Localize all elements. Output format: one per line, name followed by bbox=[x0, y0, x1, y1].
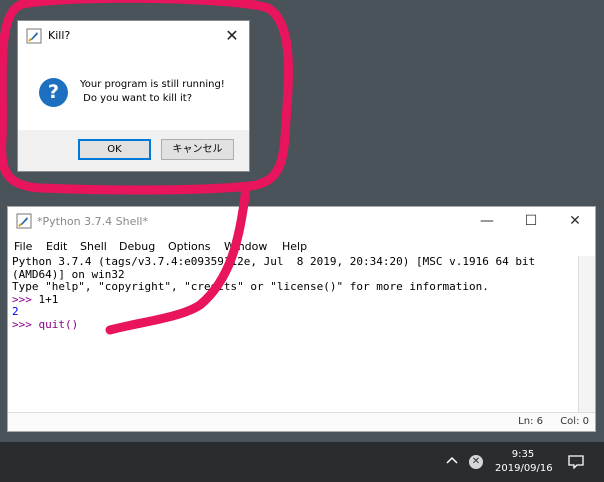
menubar: File Edit Shell Debug Options Window Hel… bbox=[8, 238, 595, 256]
menu-edit[interactable]: Edit bbox=[46, 240, 67, 253]
clock-time: 9:35 bbox=[511, 449, 535, 460]
console-input-line: >>> 1+1 bbox=[12, 292, 575, 307]
cancel-button[interactable]: キャンセル bbox=[161, 139, 234, 160]
statusbar: Ln: 6 Col: 0 bbox=[8, 412, 595, 431]
taskbar: ✕ 9:35 2019/09/16 bbox=[0, 442, 604, 482]
python-shell-window: *Python 3.7.4 Shell* — ☐ ✕ File Edit She… bbox=[7, 206, 596, 432]
dialog-message-line1: Your program is still running! bbox=[80, 79, 225, 90]
shell-console[interactable]: Python 3.7.4 (tags/v3.7.4:e09359112e, Ju… bbox=[8, 255, 579, 413]
status-column: Col: 0 bbox=[560, 416, 589, 427]
console-output: 2 bbox=[12, 305, 19, 319]
menu-debug[interactable]: Debug bbox=[119, 240, 155, 253]
minimize-icon[interactable]: — bbox=[473, 210, 501, 232]
console-line: Python 3.7.4 (tags/v3.7.4:e09359112e, Ju… bbox=[12, 255, 536, 268]
menu-options[interactable]: Options bbox=[168, 240, 210, 253]
console-input: 1+1 bbox=[38, 292, 59, 306]
kill-dialog: Kill? ✕ ? Your program is still running!… bbox=[17, 20, 250, 172]
maximize-icon[interactable]: ☐ bbox=[517, 210, 545, 232]
question-icon: ? bbox=[39, 78, 68, 107]
menu-file[interactable]: File bbox=[14, 240, 32, 253]
console-input-line: >>> quit() bbox=[12, 317, 575, 332]
clock[interactable]: 9:35 2019/09/16 bbox=[495, 448, 553, 476]
python-feather-icon bbox=[26, 28, 42, 44]
console-prompt: >>> bbox=[12, 317, 39, 331]
console-input: quit() bbox=[38, 317, 79, 331]
dialog-footer: OK キャンセル bbox=[18, 130, 249, 171]
status-line: Ln: 6 bbox=[518, 416, 543, 427]
notification-icon[interactable] bbox=[568, 455, 584, 469]
dialog-title: Kill? bbox=[48, 29, 71, 42]
dialog-message-line2: Do you want to kill it? bbox=[80, 93, 193, 104]
close-icon[interactable]: ✕ bbox=[561, 210, 589, 232]
python-feather-icon bbox=[16, 213, 32, 229]
console-prompt: >>> bbox=[12, 292, 39, 306]
close-icon[interactable]: ✕ bbox=[221, 25, 243, 47]
shell-title: *Python 3.7.4 Shell* bbox=[37, 215, 148, 228]
menu-help[interactable]: Help bbox=[282, 240, 307, 253]
dialog-message: Your program is still running! Do you wa… bbox=[80, 78, 225, 106]
shell-titlebar[interactable]: *Python 3.7.4 Shell* — ☐ ✕ bbox=[8, 207, 595, 237]
close-circle-icon[interactable]: ✕ bbox=[469, 455, 483, 469]
vertical-scrollbar[interactable] bbox=[578, 256, 595, 413]
menu-window[interactable]: Window bbox=[224, 240, 267, 253]
chevron-up-icon[interactable] bbox=[445, 454, 459, 468]
dialog-titlebar[interactable]: Kill? ✕ bbox=[18, 21, 249, 51]
clock-date: 2019/09/16 bbox=[495, 463, 553, 474]
ok-button[interactable]: OK bbox=[78, 139, 151, 160]
console-line: Type "help", "copyright", "credits" or "… bbox=[12, 280, 489, 294]
menu-shell[interactable]: Shell bbox=[80, 240, 107, 253]
